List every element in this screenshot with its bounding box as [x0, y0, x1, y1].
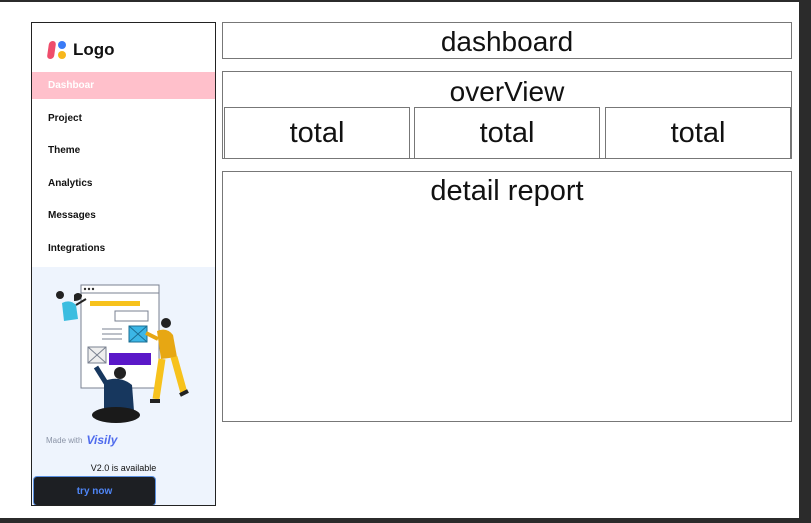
sidebar-item-project[interactable]: Project	[32, 105, 215, 132]
sidebar-item-theme[interactable]: Theme	[32, 137, 215, 164]
window-frame-top	[0, 0, 811, 2]
sidebar: Logo Dashboar Project Theme Analytics Me…	[31, 22, 216, 506]
logo-text: Logo	[73, 40, 115, 59]
dashboard-panel: dashboard	[222, 22, 792, 59]
sidebar-item-integrations[interactable]: Integrations	[32, 235, 215, 262]
upgrade-promo: Made with Visily V2.0 is available try n…	[32, 267, 215, 505]
sidebar-item-messages[interactable]: Messages	[32, 202, 215, 229]
window-frame-bottom	[0, 518, 811, 523]
overview-panel: overView total total total	[222, 71, 792, 159]
logo-icon	[46, 40, 68, 60]
made-with-label: Made with	[46, 435, 83, 445]
people-illustration-icon	[56, 284, 189, 423]
total-card-3: total	[605, 107, 791, 159]
made-with-badge[interactable]: Made with Visily	[46, 433, 117, 447]
total-card-2: total	[414, 107, 600, 159]
detail-report-title: detail report	[430, 175, 584, 207]
overview-title: overView	[449, 76, 565, 107]
sidebar-nav: Dashboar Project Theme Analytics Message…	[32, 72, 215, 267]
window-frame-right	[799, 0, 811, 523]
detail-report-panel: detail report	[222, 171, 792, 422]
version-text: V2.0 is available	[90, 463, 157, 473]
sidebar-item-dashboard[interactable]: Dashboar	[32, 72, 215, 99]
try-now-button[interactable]: try now	[33, 476, 156, 505]
brand-name: Visily	[86, 433, 118, 447]
dashboard-title: dashboard	[440, 26, 574, 57]
logo[interactable]: Logo	[46, 40, 115, 60]
total-card-1: total	[224, 107, 410, 159]
sidebar-item-analytics[interactable]: Analytics	[32, 170, 215, 197]
